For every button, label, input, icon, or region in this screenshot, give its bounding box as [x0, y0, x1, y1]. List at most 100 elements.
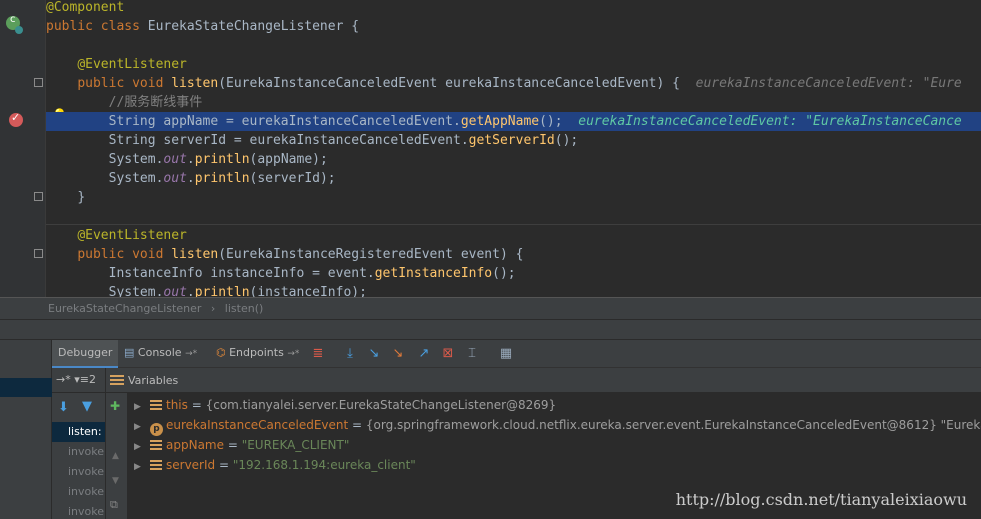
copy-icon[interactable]: ⧉: [110, 498, 118, 512]
frames-header-label: →* ▾≡2: [56, 373, 96, 386]
code-line: @EventListener: [46, 55, 981, 74]
step-into-icon[interactable]: ↘: [366, 346, 382, 362]
code-text: .: [186, 171, 195, 186]
code-text: (serverId);: [249, 171, 336, 186]
tab-endpoints[interactable]: ⌬ Endpoints →*: [210, 340, 305, 368]
console-icon: ▤: [124, 346, 135, 359]
stack-frame[interactable]: invoke: [52, 502, 105, 519]
code-area[interactable]: @Component public class EurekaStateChang…: [46, 0, 981, 297]
expand-arrow-icon[interactable]: ▶: [134, 397, 150, 417]
arrow-down-icon[interactable]: ⬇: [58, 400, 69, 415]
breadcrumb-method[interactable]: listen(): [225, 302, 263, 315]
class-name: EurekaStateChangeListener {: [147, 19, 360, 34]
code-editor[interactable]: 💡 @Component public class EurekaStateCha…: [0, 0, 981, 297]
tab-debugger[interactable]: Debugger: [52, 340, 119, 368]
inline-debug-value: eurekaInstanceCanceledEvent: "Eure: [695, 76, 962, 91]
code-line: public void listen(EurekaInstanceCancele…: [46, 74, 981, 93]
move-down-icon[interactable]: ▼: [112, 476, 119, 486]
variable-eq: =: [215, 458, 233, 472]
fold-icon[interactable]: [34, 249, 43, 258]
variable-name: serverId: [166, 458, 216, 472]
tab-console[interactable]: ▤ Console →*: [118, 340, 203, 368]
code-text: System.: [108, 152, 164, 167]
watermark: http://blog.csdn.net/tianyaleixiaowu: [675, 490, 967, 509]
step-over-icon[interactable]: ⤓: [342, 346, 358, 362]
code-line: System.out.println(appName);: [46, 150, 981, 169]
move-up-icon[interactable]: ▲: [112, 451, 119, 461]
code-text: (instanceInfo);: [249, 285, 367, 297]
method-params: (EurekaInstanceRegisteredEvent event) {: [218, 247, 524, 262]
spring-bean-badge-icon: [15, 26, 23, 34]
editor-gutter[interactable]: [0, 0, 46, 297]
step-out-icon[interactable]: ↗: [416, 346, 432, 362]
code-line: @EventListener: [46, 226, 981, 245]
annotation: @Component: [46, 0, 125, 15]
debug-toolbar: Debugger ▤ Console →* ⌬ Endpoints →* ≣ ⤓…: [52, 340, 981, 368]
variable-eq: =: [187, 398, 206, 412]
variable-row[interactable]: ▶ appName = "EUREKA_CLIENT": [128, 435, 981, 455]
variable-name: this: [166, 398, 188, 412]
pin-indicator: →*: [185, 349, 198, 359]
filter-icon[interactable]: ▼: [82, 399, 92, 414]
panel-divider[interactable]: [0, 320, 981, 340]
force-step-into-icon[interactable]: ↘: [390, 346, 406, 362]
variables-toolbar: ✚ ▲ ▼ ⧉: [106, 393, 128, 519]
breakpoint-icon[interactable]: [9, 111, 23, 127]
frames-header[interactable]: →* ▾≡2: [52, 368, 106, 393]
code-line: }: [46, 188, 981, 207]
tab-label: Endpoints: [229, 346, 284, 359]
static-field: out: [163, 171, 187, 186]
stack-frame[interactable]: invoke: [52, 462, 105, 482]
variables-header: Variables: [106, 368, 981, 393]
selected-session[interactable]: [0, 378, 52, 397]
pin-indicator: →*: [287, 349, 300, 359]
variable-value: "192.168.1.194:eureka_client": [232, 458, 416, 472]
code-line: String serverId = eurekaInstanceCanceled…: [46, 131, 981, 150]
variable-eq: =: [348, 418, 366, 432]
run-to-cursor-icon[interactable]: ⌶: [464, 346, 480, 362]
method-separator: [46, 224, 981, 225]
expand-arrow-icon[interactable]: ▶: [134, 437, 150, 457]
code-line: @Component: [46, 0, 981, 17]
method-name: listen: [171, 247, 219, 262]
endpoints-icon: ⌬: [216, 346, 226, 359]
expand-arrow-icon[interactable]: ▶: [134, 417, 150, 437]
show-execution-point-icon[interactable]: ≣: [310, 346, 326, 362]
method-call: println: [194, 171, 250, 186]
code-text: System.: [108, 285, 164, 297]
fold-icon[interactable]: [34, 192, 43, 201]
method-name: listen: [171, 76, 219, 91]
fold-icon[interactable]: [34, 78, 43, 87]
code-line: //服务断线事件: [46, 93, 981, 112]
code-text: ();: [492, 266, 516, 281]
variable-row[interactable]: ▶ serverId = "192.168.1.194:eureka_client…: [128, 455, 981, 475]
new-watch-icon[interactable]: ✚: [110, 399, 120, 413]
variable-value: "EUREKA_CLIENT": [241, 438, 350, 452]
method-call: getServerId: [468, 133, 555, 148]
variable-row[interactable]: ▶ p eurekaInstanceCanceledEvent = {org.spr…: [128, 415, 981, 437]
drop-frame-icon[interactable]: ⊠: [440, 346, 456, 362]
code-text: String serverId = eurekaInstanceCanceled…: [108, 133, 469, 148]
annotation: @EventListener: [77, 228, 187, 243]
debug-side-strip: [0, 340, 52, 519]
evaluate-expression-icon[interactable]: ▦: [498, 346, 514, 362]
stack-frame[interactable]: invoke: [52, 482, 105, 502]
static-field: out: [163, 285, 187, 297]
breadcrumb-separator: ›: [210, 302, 216, 315]
variable-row[interactable]: ▶ this = {com.tianyalei.server.EurekaStat…: [128, 395, 981, 415]
variable-value: {com.tianyalei.server.EurekaStateChangeL…: [205, 398, 557, 412]
variable-eq: =: [224, 438, 242, 452]
inline-debug-value: eurekaInstanceCanceledEvent: "EurekaInst…: [578, 114, 962, 129]
debug-tool-window: Debugger ▤ Console →* ⌬ Endpoints →* ≣ ⤓…: [0, 340, 981, 519]
keyword: public void: [77, 76, 172, 91]
stack-frame[interactable]: invoke: [52, 442, 105, 462]
code-text: ();: [554, 133, 579, 148]
expand-arrow-icon[interactable]: ▶: [134, 457, 150, 477]
code-line: public void listen(EurekaInstanceRegiste…: [46, 245, 981, 264]
breadcrumb-class[interactable]: EurekaStateChangeListener: [48, 302, 201, 315]
method-call: getAppName: [460, 114, 540, 129]
variables-icon: [110, 375, 124, 386]
annotation: @EventListener: [77, 57, 187, 72]
stack-frame[interactable]: listen:: [52, 422, 105, 442]
